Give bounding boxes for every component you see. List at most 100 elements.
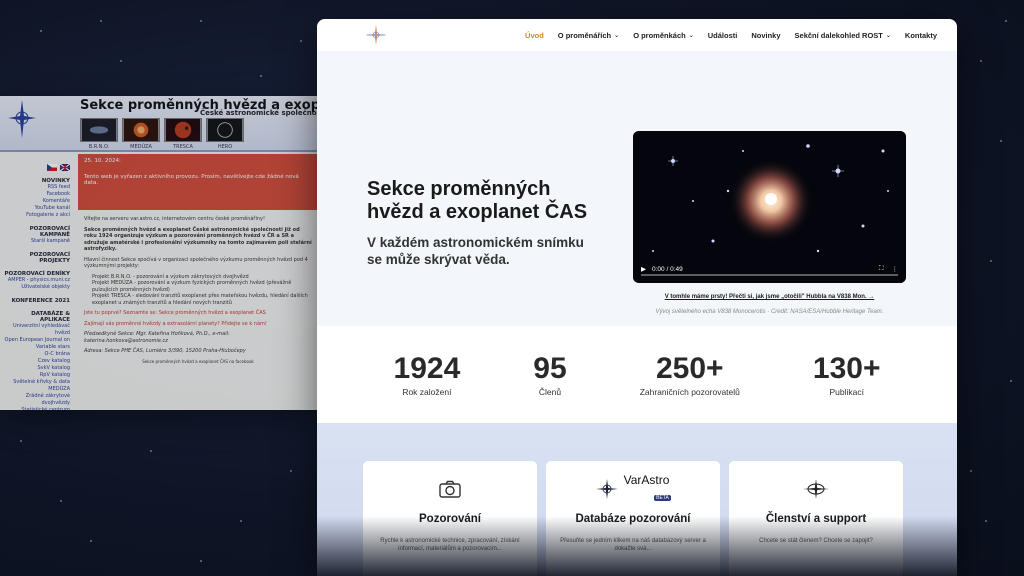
project-image-tresca[interactable] bbox=[164, 118, 202, 142]
stat-item: 130+ Publikací bbox=[813, 352, 881, 397]
navbar: Úvod O proměnářích ⌄ O proměnkách ⌄ Události N… bbox=[317, 19, 957, 51]
czech-flag-icon[interactable] bbox=[47, 164, 57, 171]
nav-item[interactable]: Události bbox=[708, 31, 738, 40]
project-image-label: TRESCA bbox=[173, 144, 193, 150]
star-dot bbox=[20, 440, 22, 442]
nav-item[interactable]: Úvod bbox=[525, 31, 544, 40]
old-site-logo-icon bbox=[8, 100, 36, 138]
project-list-item: Projekt TRESCA - sledování tranzitů exop… bbox=[92, 293, 308, 306]
chevron-down-icon: ⌄ bbox=[614, 32, 620, 39]
old-site-sidebar: NOVINKY RSS feed Facebook Komentáře YouTube … bbox=[0, 154, 74, 410]
first-visit-link[interactable]: Jste tu poprvé? Seznamte se: Sekce promě… bbox=[84, 310, 312, 317]
old-sidebar-link[interactable]: Czev katalog bbox=[0, 358, 70, 365]
stat-label: Zahraničních pozorovatelů bbox=[639, 386, 740, 397]
old-sidebar-link[interactable]: Open European Journal on bbox=[0, 337, 70, 344]
nav-item-label: Úvod bbox=[525, 30, 544, 40]
hero-subtitle: V každém astronomickém snímku se může sk… bbox=[367, 235, 584, 267]
star-dot bbox=[290, 470, 292, 472]
nav-item[interactable]: Sekční dalekohled ROST ⌄ bbox=[795, 31, 891, 40]
old-site-header: Sekce proměnných hvězd a exoplanet České… bbox=[0, 96, 318, 152]
old-site-project-images bbox=[80, 118, 244, 142]
chair-contact: Předsedkyně Sekce: Mgr. Kateřina Hoňková… bbox=[84, 331, 230, 344]
star-dot bbox=[1010, 380, 1012, 382]
card-title: Členství a support bbox=[765, 513, 867, 525]
intro-text: Sekce proměnných hvězd a exoplanet České… bbox=[84, 226, 312, 253]
nav-item[interactable]: O proměnářích ⌄ bbox=[558, 31, 619, 40]
card-clenstvi[interactable]: Členství a support Chcete se stát členem… bbox=[729, 461, 903, 576]
old-site-main: 25. 10. 2024: Tento web je vyřazen z akt… bbox=[78, 154, 318, 410]
old-sidebar-link[interactable]: Komentáře bbox=[0, 198, 70, 205]
old-sidebar-link[interactable]: SvkV katalog bbox=[0, 365, 70, 372]
video-article-link[interactable]: V tomhle máme prsty! Přečti si, jak jsme… bbox=[633, 294, 906, 300]
join-us-link[interactable]: Zajímají vás proměnné hvězdy a extrasolá… bbox=[84, 321, 312, 328]
old-sidebar-link[interactable]: Uživatelské objekty bbox=[0, 284, 70, 291]
star-dot bbox=[240, 520, 242, 522]
chevron-down-icon: ⌄ bbox=[688, 32, 694, 39]
old-sidebar-link[interactable]: O-C brána bbox=[0, 351, 71, 358]
project-list-item: Projekt MEDÚZA - pozorování a výzkum fyz… bbox=[92, 280, 292, 293]
more-options-icon[interactable]: ⋮ bbox=[892, 265, 899, 273]
stats-section: 1924 Rok založení 95 Členů 250+ Zahraničních … bbox=[317, 326, 957, 423]
old-site-alert-banner: 25. 10. 2024: Tento web je vyřazen z akt… bbox=[78, 154, 318, 210]
card-databaze[interactable]: VarAstro BETA Databáze pozorování Přesuň… bbox=[546, 461, 720, 576]
star-dot bbox=[990, 260, 992, 262]
uk-flag-icon[interactable] bbox=[60, 164, 70, 171]
star-dot bbox=[200, 20, 202, 22]
stat-item: 1924 Rok založení bbox=[394, 352, 461, 397]
old-site-subtitle: České astronomické společnosti bbox=[200, 109, 318, 117]
old-sidebar-link[interactable]: Statistické centrum bbox=[0, 407, 70, 410]
fullscreen-icon[interactable]: ⛶ bbox=[879, 265, 884, 273]
stat-item: 250+ Zahraničních pozorovatelů bbox=[639, 352, 740, 397]
language-flags bbox=[0, 164, 70, 171]
address-text: Adresa: Sekce PHE ČAS, Lumiéro 3/390, 15… bbox=[84, 348, 246, 354]
old-site-body: Vítejte na serveru var.astro.cz, interne… bbox=[78, 210, 318, 375]
membership-icon bbox=[803, 479, 829, 499]
nav-item-label: O proměnkách bbox=[633, 30, 686, 40]
project-image-hero[interactable] bbox=[206, 118, 244, 142]
old-sidebar-link[interactable]: RSS feed bbox=[0, 184, 71, 191]
nav-item[interactable]: O proměnkách ⌄ bbox=[633, 31, 694, 40]
nav-item[interactable]: Novinky bbox=[751, 31, 780, 40]
project-image-brno[interactable] bbox=[80, 118, 118, 142]
play-icon[interactable]: ▶ bbox=[641, 265, 646, 273]
old-sidebar-header: KONFERENCE 2021 bbox=[11, 298, 70, 304]
nav-item[interactable]: Kontakty bbox=[905, 31, 937, 40]
varastro-star-icon bbox=[596, 479, 619, 499]
star-dot bbox=[60, 500, 62, 502]
video-right-controls: ⛶ ⋮ bbox=[879, 265, 898, 273]
old-sidebar-link[interactable]: Světelné křivky & data MEDÚZA bbox=[0, 379, 70, 393]
star-dot bbox=[260, 75, 262, 77]
project-image-label: MEDÚZA bbox=[130, 144, 152, 150]
star-dot bbox=[985, 520, 987, 522]
old-sidebar-link[interactable]: Variable stars bbox=[0, 344, 70, 351]
project-image-meduza[interactable] bbox=[122, 118, 160, 142]
facebook-footer-link[interactable]: Sekce proměnných hvězd a exoplanet ČAS n… bbox=[84, 359, 312, 366]
old-sidebar-link[interactable]: Facebook bbox=[0, 191, 71, 198]
features-section: Pozorování Rychle k astronomické technic… bbox=[317, 423, 957, 576]
old-sidebar-link[interactable]: YouTube kanál bbox=[0, 205, 70, 212]
card-pozorovani[interactable]: Pozorování Rychle k astronomické technic… bbox=[363, 461, 537, 576]
star-dot bbox=[90, 540, 92, 542]
site-logo-icon[interactable] bbox=[363, 24, 389, 46]
old-website-screenshot: Sekce proměnných hvězd a exoplanet České… bbox=[0, 96, 318, 410]
card-title: Databáze pozorování bbox=[575, 513, 691, 525]
star-dot bbox=[150, 450, 152, 452]
video-player[interactable]: ▶ 0:00 / 0:49 ⛶ ⋮ bbox=[633, 131, 906, 283]
old-sidebar-link[interactable]: Univerzitní vyhledávač hvězd bbox=[0, 323, 70, 337]
projects-list: Projekt B.R.N.O. - pozorování a výzkum z… bbox=[84, 274, 312, 307]
old-sidebar-header: POZOROVACÍ PROJEKTY bbox=[29, 252, 70, 264]
new-website-screenshot: Úvod O proměnářích ⌄ O proměnkách ⌄ Události N… bbox=[317, 19, 957, 576]
old-sidebar-link[interactable]: Fotogalerie z akcí bbox=[0, 212, 70, 219]
nav-item-label: O proměnářích bbox=[557, 30, 612, 40]
main-activity-text: Hlavní činnost Sekce spočívá v organizac… bbox=[84, 256, 308, 270]
old-sidebar-link[interactable]: Starší kampaně bbox=[0, 238, 70, 245]
project-image-label: HERO bbox=[217, 144, 233, 150]
old-sidebar-link[interactable]: AMPER - physics.muni.cz bbox=[0, 277, 70, 284]
star-dot bbox=[100, 20, 102, 22]
old-sidebar-link[interactable]: RpV katalog bbox=[0, 372, 70, 379]
alert-date: 25. 10. 2024: bbox=[84, 158, 121, 164]
camera-icon bbox=[439, 480, 461, 498]
old-sidebar-link[interactable]: Zrádné zákrytové dvojhvězdy bbox=[0, 393, 70, 407]
welcome-text: Vítejte na serveru var.astro.cz, interne… bbox=[84, 216, 266, 222]
star-dot bbox=[980, 60, 982, 62]
